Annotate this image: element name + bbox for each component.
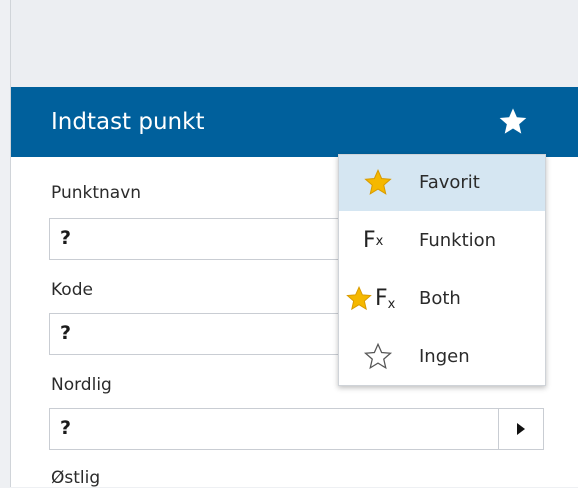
fx-icon: Fx [363, 228, 384, 253]
star-filled-icon [363, 155, 393, 211]
star-fx-icon: Fx [345, 271, 395, 327]
menu-item-label: Favorit [419, 172, 480, 193]
menu-item-favorit[interactable]: Favorit [339, 155, 545, 211]
panel-title: Indtast punkt [51, 109, 205, 135]
field-label-kode: Kode [51, 280, 93, 300]
menu-item-label: Ingen [419, 346, 470, 367]
favorite-dropdown-menu: Favorit Fx Funktion Fx Both Ingen [338, 154, 546, 386]
nordlig-expand-button[interactable] [498, 409, 543, 449]
panel-header: Indtast punkt [11, 87, 578, 157]
star-icon [499, 108, 527, 134]
field-label-punktnavn: Punktnavn [51, 183, 142, 203]
kode-value: ? [60, 322, 72, 344]
menu-item-label: Both [419, 288, 461, 309]
top-bar [11, 0, 578, 87]
nordlig-value: ? [60, 417, 72, 439]
star-outline-icon [363, 329, 393, 385]
caret-right-icon [517, 423, 525, 435]
field-label-ostlig: Østlig [51, 468, 101, 488]
favorite-toggle-button[interactable] [493, 103, 533, 141]
menu-item-label: Funktion [419, 230, 497, 251]
nordlig-input[interactable]: ? [49, 408, 544, 450]
menu-item-both[interactable]: Fx Both [339, 271, 545, 327]
menu-item-funktion[interactable]: Fx Funktion [339, 213, 545, 269]
menu-item-ingen[interactable]: Ingen [339, 329, 545, 385]
field-label-nordlig: Nordlig [51, 375, 112, 395]
punktnavn-value: ? [60, 227, 72, 249]
